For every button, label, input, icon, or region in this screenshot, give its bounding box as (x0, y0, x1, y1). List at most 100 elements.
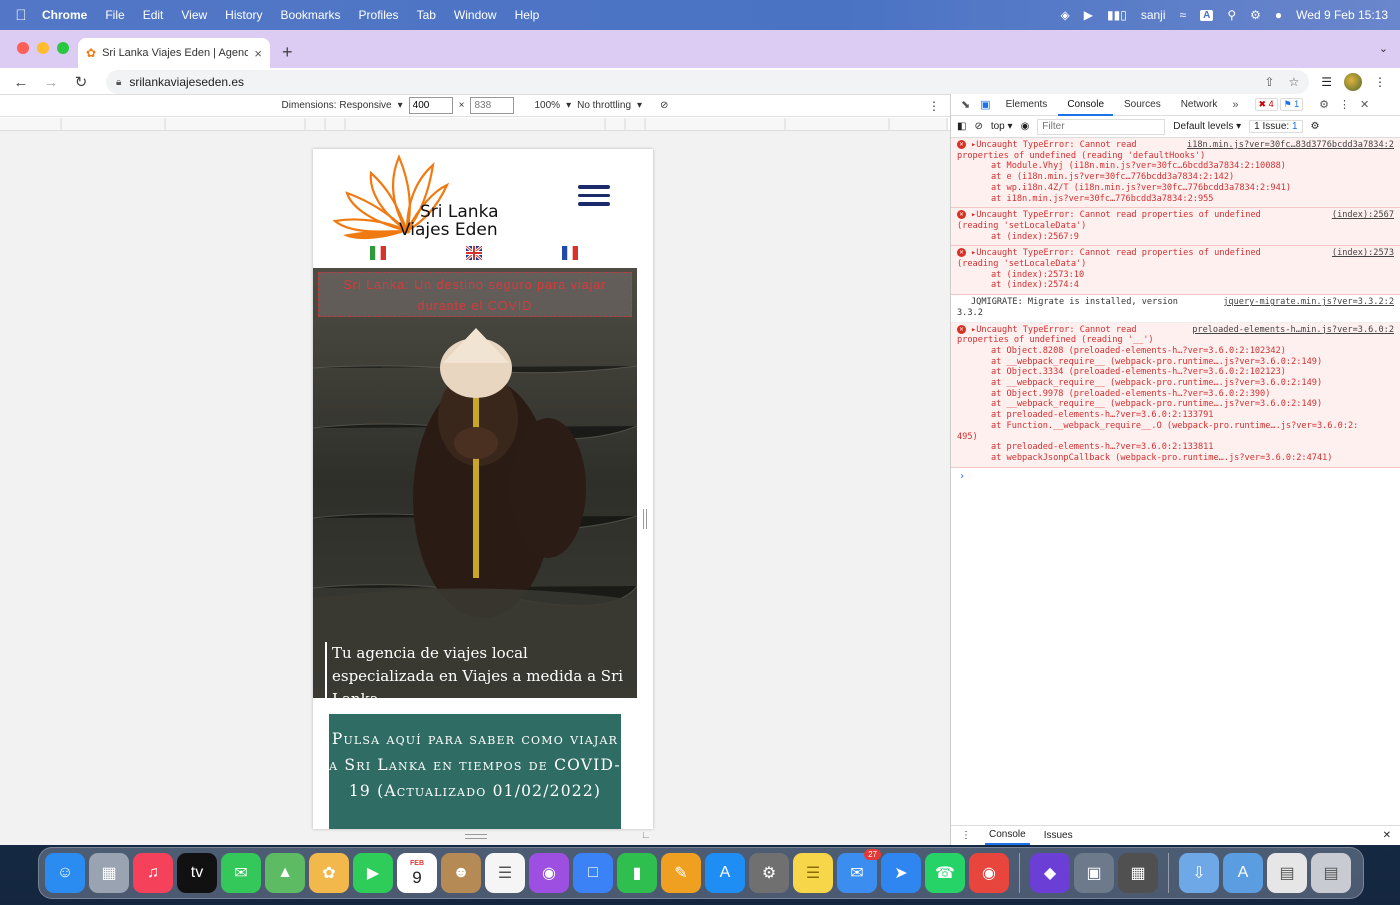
menu-view[interactable]: View (172, 8, 216, 22)
height-input[interactable] (470, 97, 515, 114)
menu-file[interactable]: File (96, 8, 133, 22)
tab-network[interactable]: Network (1172, 94, 1227, 116)
hamburger-menu-icon[interactable] (578, 185, 610, 211)
media-query-bar[interactable] (0, 117, 950, 131)
menu-tab[interactable]: Tab (408, 8, 445, 22)
console-entry-head[interactable]: ▸Uncaught TypeError: Cannot read propert… (971, 248, 1394, 259)
dock-system-preferences-icon[interactable]: ⚙ (749, 853, 789, 893)
source-link[interactable]: (index):2573 (1332, 248, 1394, 259)
live-expression-eye-icon[interactable]: ◉ (1021, 121, 1030, 132)
menu-profiles[interactable]: Profiles (350, 8, 408, 22)
log-levels-dropdown[interactable]: Default levels ▾ (1173, 121, 1241, 132)
console-error-entry[interactable]: ✕ ▸Uncaught TypeError: Cannot read i18n.mi… (951, 138, 1400, 209)
forward-button[interactable]: → (38, 74, 64, 91)
source-link[interactable]: preloaded-elements-h…min.js?ver=3.6.0:2 (1192, 325, 1394, 336)
stack-frame[interactable]: at Function.__webpack_require__.O (webpa… (971, 421, 1394, 432)
tab-console[interactable]: Console (1058, 94, 1114, 116)
url-text[interactable]: srilankaviajeseden.es (129, 75, 244, 89)
drawer-tab-console[interactable]: Console (985, 826, 1030, 845)
stack-frame[interactable]: at webpackJsonpCallback (webpack-pro.run… (971, 453, 1394, 464)
dock-shortcuts-icon[interactable]: ◆ (1030, 853, 1070, 893)
menu-help[interactable]: Help (506, 8, 549, 22)
stack-frame[interactable]: at __webpack_require__ (webpack-pro.runt… (971, 399, 1394, 410)
console-log-entry[interactable]: JQMIGRATE: Migrate is installed, version… (951, 295, 1400, 323)
minimize-window-button[interactable] (37, 42, 49, 54)
console-entry-head[interactable]: ▸Uncaught TypeError: Cannot read propert… (971, 210, 1394, 221)
dock-document-icon[interactable]: ▤ (1267, 853, 1307, 893)
context-selector[interactable]: top ▾ (991, 121, 1013, 132)
menu-window[interactable]: Window (445, 8, 506, 22)
resize-handle-horizontal[interactable] (465, 834, 487, 839)
stack-frame[interactable]: at (index):2573:10 (971, 270, 1394, 281)
dock-safari-icon[interactable]: ➤ (881, 853, 921, 893)
zoom-window-button[interactable] (57, 42, 69, 54)
source-link[interactable]: jquery-migrate.min.js?ver=3.3.2:2 (1223, 297, 1394, 308)
sidebar-toggle-icon[interactable]: ◧ (957, 121, 966, 132)
stack-frame[interactable]: at preloaded-elements-h…?ver=3.6.0:2:133… (971, 442, 1394, 453)
stack-frame[interactable]: at __webpack_require__ (webpack-pro.runt… (971, 357, 1394, 368)
clear-console-icon[interactable]: ⊘ (974, 121, 982, 132)
tab-elements[interactable]: Elements (997, 94, 1057, 116)
dock-calendar-icon[interactable]: FEB 9 (397, 853, 437, 893)
resize-corner-icon[interactable]: ∟ (641, 830, 651, 841)
dock-podcasts-icon[interactable]: ◉ (529, 853, 569, 893)
profile-avatar[interactable] (1344, 73, 1362, 91)
dock-keynote-icon[interactable]: □ (573, 853, 613, 893)
rotate-icon[interactable]: ⊘ (660, 100, 668, 111)
resize-handle-vertical[interactable] (643, 509, 647, 529)
clock[interactable]: Wed 9 Feb 15:13 (1296, 8, 1388, 22)
dock-numbers-icon[interactable]: ▮ (617, 853, 657, 893)
issues-button[interactable]: 1 Issue: 1 (1249, 120, 1303, 133)
back-button[interactable]: ← (8, 74, 34, 91)
dock-launchpad-icon[interactable]: ▦ (89, 853, 129, 893)
drawer-menu-icon[interactable]: ⋮ (961, 830, 971, 841)
console-filter-input[interactable] (1037, 118, 1166, 135)
dock-notes-icon[interactable]: ☰ (793, 853, 833, 893)
control-center-icon[interactable]: ⚙ (1250, 8, 1261, 22)
more-tabs-button[interactable]: » (1228, 99, 1242, 111)
dock-chrome-icon[interactable]: ◉ (969, 853, 1009, 893)
battery-icon[interactable]: ▮▮▯ (1107, 8, 1127, 22)
stack-frame[interactable]: 495) (957, 432, 1394, 443)
french-flag-icon[interactable] (562, 246, 578, 260)
dimensions-dropdown[interactable]: Dimensions: Responsive (282, 100, 392, 111)
source-link[interactable]: (index):2567 (1332, 210, 1394, 221)
stack-frame[interactable]: at preloaded-elements-h…?ver=3.6.0:2:133… (971, 410, 1394, 421)
dock-downloads-folder-icon[interactable]: ⇩ (1179, 853, 1219, 893)
dock-messages-icon[interactable]: ✉ (221, 853, 261, 893)
close-window-button[interactable] (17, 42, 29, 54)
address-bar[interactable]: 🔒︎ srilankaviajeseden.es ⇧ ☆ (106, 70, 1310, 94)
inspect-icon[interactable]: ⬊ (957, 98, 974, 111)
layers-icon[interactable]: ◈ (1061, 8, 1070, 22)
menu-history[interactable]: History (216, 8, 271, 22)
menu-app-chrome[interactable]: Chrome (42, 8, 96, 22)
chrome-menu-icon[interactable]: ⋮ (1374, 75, 1386, 89)
dock-calculator-icon[interactable]: ▦ (1118, 853, 1158, 893)
search-icon[interactable]: ⚲ (1227, 8, 1236, 22)
tab-sources[interactable]: Sources (1115, 94, 1170, 116)
dock-contacts-icon[interactable]: ☻ (441, 853, 481, 893)
console-error-entry[interactable]: ✕ ▸Uncaught TypeError: Cannot read proper… (951, 246, 1400, 296)
dock-photos-icon[interactable]: ✿ (309, 853, 349, 893)
dock-whatsapp-icon[interactable]: ☎ (925, 853, 965, 893)
stack-frame[interactable]: at Object.9978 (preloaded-elements-h…?ve… (971, 389, 1394, 400)
input-source-icon[interactable]: A (1200, 9, 1214, 21)
close-drawer-icon[interactable]: ✕ (1383, 830, 1400, 841)
logo-text[interactable]: Sri Lanka Viajes Eden (399, 203, 499, 239)
dock-facetime-icon[interactable]: ▶ (353, 853, 393, 893)
stack-frame[interactable]: at Object.3334 (preloaded-elements-h…?ve… (971, 367, 1394, 378)
tab-close-icon[interactable]: × (254, 46, 262, 61)
stack-frame[interactable]: at Object.8208 (preloaded-elements-h…?ve… (971, 346, 1394, 357)
dock-pages-icon[interactable]: ✎ (661, 853, 701, 893)
tab-active[interactable]: ✿ Sri Lanka Viajes Eden | Agencia × (78, 38, 270, 68)
reload-button[interactable]: ↻ (68, 73, 94, 91)
dock-finder-icon[interactable]: ☺ (45, 853, 85, 893)
console-entry-head[interactable]: ▸Uncaught TypeError: Cannot read preloade… (971, 325, 1394, 336)
dock-app-store-icon[interactable]: A (705, 853, 745, 893)
media-control-icon[interactable]: ☰ (1321, 75, 1332, 89)
source-link[interactable]: i18n.min.js?ver=30fc…83d3776bcdd3a7834:2 (1187, 140, 1394, 151)
stack-frame[interactable]: at wp.i18n.4Z/T (i18n.min.js?ver=30fc…77… (971, 183, 1394, 194)
width-input[interactable] (408, 97, 453, 114)
console-prompt[interactable]: › (951, 468, 1400, 487)
stack-frame[interactable]: at e (i18n.min.js?ver=30fc…776bcdd3a7834… (971, 172, 1394, 183)
